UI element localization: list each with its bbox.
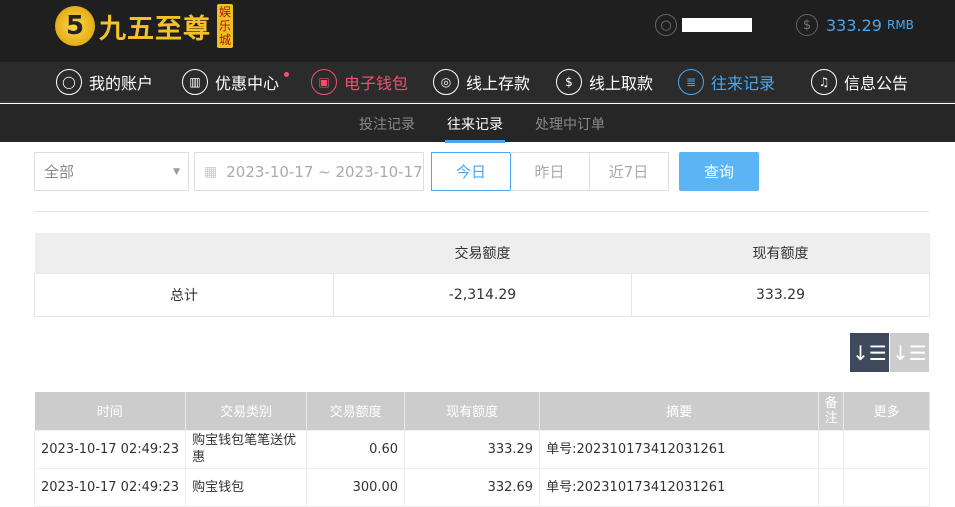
column-header[interactable]: 交易类别: [185, 392, 308, 430]
summary-header-cell: 交易额度: [333, 233, 632, 273]
cell-more[interactable]: [843, 467, 930, 507]
sort-asc-button[interactable]: ↓☰: [890, 333, 929, 372]
table-row: 2023-10-17 02:49:23 购宝钱包笔笔送优惠 0.60 333.2…: [33, 429, 930, 469]
cell-time: 2023-10-17 02:49:23: [33, 429, 187, 469]
query-button[interactable]: 查询: [679, 152, 759, 191]
type-select-value: 全部: [44, 163, 75, 181]
cell-amount: 300.00: [306, 467, 406, 507]
nav-label: 线上取款: [589, 74, 654, 93]
cell-time: 2023-10-17 02:49:23: [33, 467, 187, 507]
sub-tabs: 投注记录 往来记录 处理中订单: [0, 104, 955, 143]
cell-amount: 0.60: [306, 429, 406, 469]
logo-mark: 5: [55, 6, 95, 46]
date-range-value: 2023-10-17 ~ 2023-10-17: [226, 162, 423, 181]
cell-type: 购宝钱包笔笔送优惠: [185, 429, 308, 469]
logo-text: 九五至尊: [99, 13, 211, 45]
balance-currency: RMB: [886, 18, 914, 32]
column-header[interactable]: 备注: [818, 392, 845, 430]
summary-row: 总计 -2,314.29 333.29: [34, 272, 930, 317]
column-header[interactable]: 交易额度: [306, 392, 406, 430]
column-header[interactable]: 更多: [843, 392, 930, 430]
cell-remark: [818, 429, 845, 469]
summary-transaction-amount: -2,314.29: [333, 272, 632, 317]
cell-summary: 单号:202310173412031261: [539, 429, 820, 469]
date-range-input[interactable]: ▦ 2023-10-17 ~ 2023-10-17: [194, 152, 424, 191]
records-table: 时间 交易类别 交易额度 现有额度 摘要 备注 更多 2023-10-17 02…: [33, 392, 930, 507]
logo[interactable]: 5 九五至尊 娱乐城: [55, 2, 233, 50]
table-row: 2023-10-17 02:49:23 购宝钱包 300.00 332.69 单…: [33, 467, 930, 507]
balance: $ 333.29 RMB: [796, 14, 914, 36]
user-icon: ○: [655, 14, 677, 36]
sort-desc-icon: ↓☰: [852, 340, 887, 365]
column-header[interactable]: 现有额度: [404, 392, 541, 430]
chevron-down-icon: ▼: [173, 166, 180, 177]
user-info[interactable]: ○: [655, 14, 752, 36]
cell-balance: 332.69: [404, 467, 541, 507]
nav-announcements[interactable]: ♫ 信息公告: [811, 68, 908, 96]
nav-online-deposit[interactable]: ◎ 线上存款: [433, 68, 530, 96]
main-nav: ◯ 我的账户 ▥ 优惠中心 ▣ 电子钱包 ◎ 线上存款 $ 线上取款 ≣ 往来记录 ♫ 信息公…: [0, 62, 955, 103]
summary-label: 总计: [34, 272, 334, 317]
calendar-icon: ▦: [204, 163, 218, 180]
nav-label: 线上存款: [466, 74, 531, 93]
cell-type: 购宝钱包: [185, 467, 308, 507]
cell-more[interactable]: [843, 429, 930, 469]
nav-label: 信息公告: [844, 74, 909, 93]
username-masked: [682, 18, 752, 32]
nav-label-text: 优惠中心: [215, 74, 280, 93]
nav-records[interactable]: ≣ 往来记录: [678, 68, 775, 96]
nav-promotions[interactable]: ▥ 优惠中心: [182, 68, 290, 96]
nav-online-withdraw[interactable]: $ 线上取款: [556, 68, 653, 96]
nav-e-wallet[interactable]: ▣ 电子钱包: [311, 68, 408, 96]
summary-current-amount: 333.29: [631, 272, 930, 317]
nav-label: 电子钱包: [344, 74, 409, 93]
withdraw-icon: $: [556, 69, 582, 95]
column-header[interactable]: 摘要: [539, 392, 820, 430]
user-icon: ◯: [56, 69, 82, 95]
cell-balance: 333.29: [404, 429, 541, 469]
column-header[interactable]: 时间: [34, 392, 187, 430]
tab-bet-records[interactable]: 投注记录: [359, 114, 415, 134]
summary-header-cell: [34, 233, 334, 273]
dollar-icon: $: [796, 14, 818, 36]
type-select[interactable]: 全部 ▼: [34, 152, 189, 191]
summary-table: 交易额度 现有额度 总计 -2,314.29 333.29: [34, 233, 930, 317]
nav-label: 优惠中心: [215, 70, 290, 94]
deposit-icon: ◎: [433, 69, 459, 95]
sort-desc-button[interactable]: ↓☰: [850, 333, 889, 372]
bell-icon: ♫: [811, 69, 837, 95]
sort-asc-icon: ↓☰: [892, 340, 927, 365]
summary-header-cell: 现有额度: [631, 233, 930, 273]
tab-pending-orders[interactable]: 处理中订单: [535, 114, 605, 134]
nav-label: 往来记录: [711, 74, 776, 93]
last-7-days-button[interactable]: 近7日: [589, 152, 669, 191]
balance-amount: 333.29: [826, 15, 882, 35]
cell-remark: [818, 467, 845, 507]
nav-label: 我的账户: [89, 74, 154, 93]
yesterday-button[interactable]: 昨日: [510, 152, 590, 191]
wallet-icon: ▣: [311, 69, 337, 95]
notification-dot: [284, 72, 290, 77]
today-button[interactable]: 今日: [431, 152, 511, 191]
summary-header: 交易额度 现有额度: [34, 233, 930, 273]
cell-summary: 单号:202310173412031261: [539, 467, 820, 507]
tab-transaction-records[interactable]: 往来记录: [445, 114, 505, 143]
divider: [34, 211, 929, 212]
records-icon: ≣: [678, 69, 704, 95]
nav-my-account[interactable]: ◯ 我的账户: [56, 68, 153, 96]
gift-icon: ▥: [182, 69, 208, 95]
logo-badge: 娱乐城: [217, 4, 233, 48]
table-header: 时间 交易类别 交易额度 现有额度 摘要 备注 更多: [34, 392, 930, 430]
